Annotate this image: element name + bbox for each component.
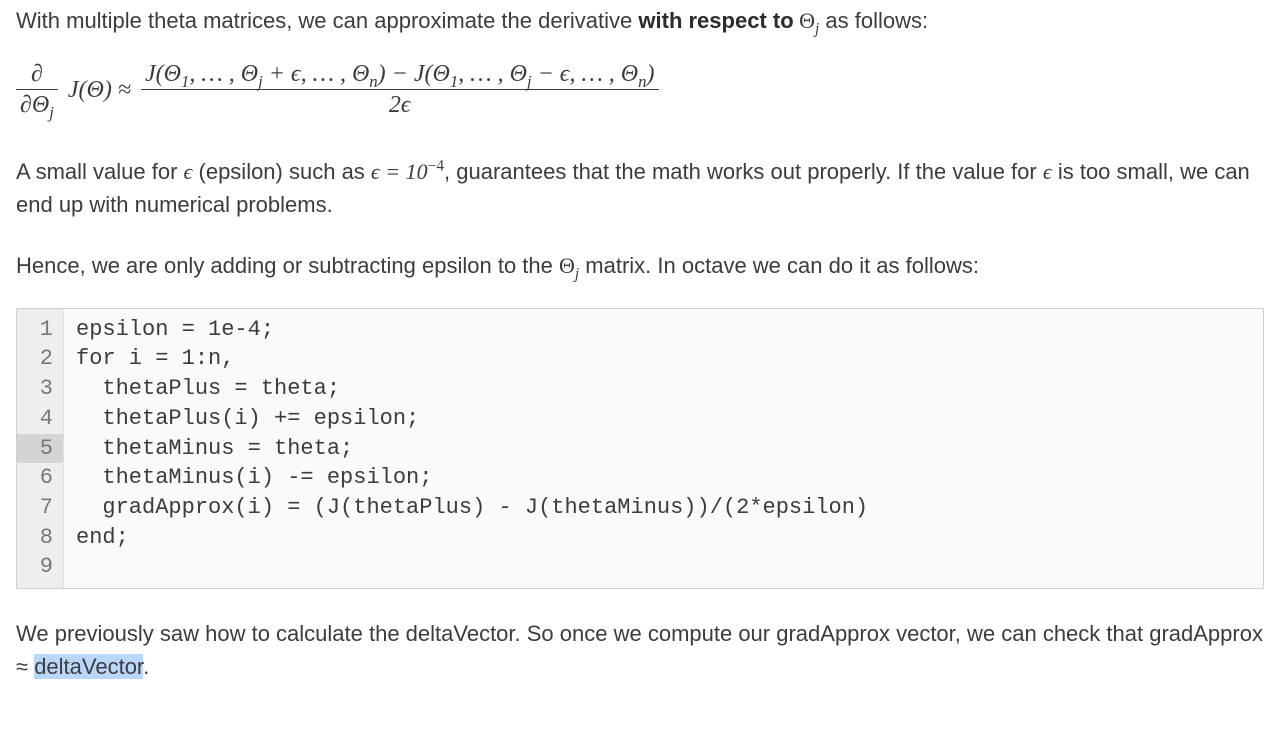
text-sup: −4: [428, 157, 444, 174]
sub: j: [49, 103, 54, 122]
text-math: ϵ: [1043, 159, 1052, 184]
sub: n: [369, 72, 377, 91]
denominator: 2ϵ: [385, 92, 415, 118]
text: (epsilon) such as: [192, 159, 371, 184]
paragraph-deltavector: We previously saw how to calculate the d…: [16, 617, 1264, 683]
text: We previously saw how to calculate the d…: [16, 621, 1263, 679]
line-number: 2: [35, 344, 53, 374]
formula-gradient-approx: ∂ ∂Θj J(Θ) ≈ J(Θ1, … , Θj + ϵ, … , Θn) −…: [16, 61, 1264, 119]
line-number: 6: [35, 463, 53, 493]
code-gutter: 123456789: [17, 309, 64, 588]
t: ) − J(Θ: [378, 61, 450, 87]
sub: 1: [450, 72, 458, 91]
text-math: ϵ = 10: [371, 159, 428, 184]
text: , guarantees that the math works out pro…: [444, 159, 1043, 184]
fraction-bar: [141, 89, 659, 90]
text: A small value for: [16, 159, 184, 184]
line-number: 7: [35, 493, 53, 523]
t: − ϵ, … , Θ: [532, 61, 639, 87]
line-number: 4: [35, 404, 53, 434]
code-text[interactable]: epsilon = 1e-4; for i = 1:n, thetaPlus =…: [64, 309, 880, 588]
paragraph-epsilon: A small value for ϵ (epsilon) such as ϵ …: [16, 155, 1264, 221]
text: With multiple theta matrices, we can app…: [16, 8, 638, 33]
line-number: 8: [35, 523, 53, 553]
text-math: Θ: [794, 8, 815, 33]
denominator: ∂Θj: [16, 92, 58, 118]
sub: n: [638, 72, 646, 91]
line-number: 3: [35, 374, 53, 404]
text: ∂Θ: [20, 92, 49, 118]
text: J(Θ) ≈: [68, 72, 131, 108]
text: as follows:: [819, 8, 928, 33]
paragraph-intro: With multiple theta matrices, we can app…: [16, 4, 1264, 37]
t: J(Θ: [145, 61, 181, 87]
line-number: 5: [17, 434, 63, 464]
text: .: [143, 654, 149, 679]
selected-text[interactable]: deltaVector: [34, 654, 143, 679]
text-math: Θ: [559, 253, 575, 278]
line-number: 1: [35, 315, 53, 345]
t: , … , Θ: [458, 61, 527, 87]
t: , … , Θ: [189, 61, 258, 87]
t: ): [647, 61, 655, 87]
text: matrix. In octave we can do it as follow…: [579, 253, 979, 278]
text: Hence, we are only adding or subtracting…: [16, 253, 559, 278]
fraction-lhs: ∂ ∂Θj: [16, 61, 58, 119]
document-body: With multiple theta matrices, we can app…: [0, 0, 1280, 717]
paragraph-octave: Hence, we are only adding or subtracting…: [16, 249, 1264, 282]
t: + ϵ, … , Θ: [263, 61, 370, 87]
fraction-rhs: J(Θ1, … , Θj + ϵ, … , Θn) − J(Θ1, … , Θj…: [141, 61, 659, 119]
code-inner: 123456789 epsilon = 1e-4; for i = 1:n, t…: [17, 309, 1263, 588]
line-number: 9: [35, 552, 53, 582]
code-block[interactable]: 123456789 epsilon = 1e-4; for i = 1:n, t…: [16, 308, 1264, 589]
fraction-bar: [16, 89, 58, 90]
numerator: J(Θ1, … , Θj + ϵ, … , Θn) − J(Θ1, … , Θj…: [141, 61, 659, 87]
numerator: ∂: [27, 61, 47, 87]
text-bold: with respect to: [638, 8, 793, 33]
